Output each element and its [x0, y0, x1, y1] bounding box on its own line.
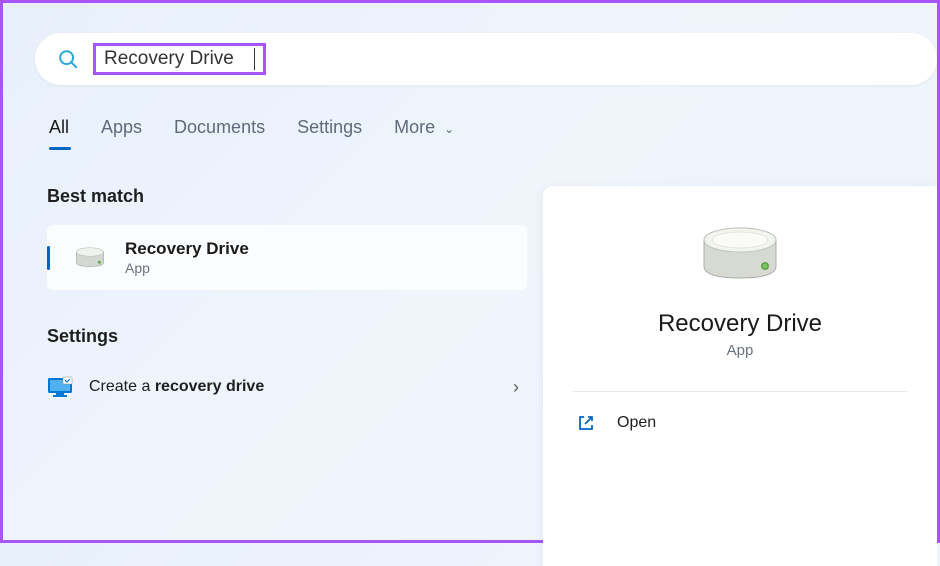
settings-result-create-recovery-drive[interactable]: Create a recovery drive › [47, 365, 519, 409]
detail-title: Recovery Drive [573, 310, 907, 338]
tab-apps[interactable]: Apps [101, 117, 142, 146]
settings-result-label: Create a recovery drive [89, 378, 264, 396]
detail-panel: Recovery Drive App Open [543, 186, 937, 566]
chevron-right-icon: › [513, 377, 519, 398]
tab-documents[interactable]: Documents [174, 117, 265, 146]
open-external-icon [577, 414, 595, 432]
best-match-result[interactable]: Recovery Drive App [47, 225, 527, 290]
detail-subtitle: App [573, 342, 907, 359]
result-subtitle: App [125, 260, 249, 276]
drive-icon [73, 244, 107, 272]
filter-tabs: All Apps Documents Settings More ⌄ [49, 117, 937, 146]
monitor-icon [47, 375, 73, 399]
tab-more[interactable]: More ⌄ [394, 117, 454, 146]
tab-more-label: More [394, 117, 435, 137]
best-match-header: Best match [47, 186, 523, 207]
search-bar[interactable] [35, 33, 937, 85]
result-title: Recovery Drive [125, 239, 249, 259]
chevron-down-icon: ⌄ [444, 122, 454, 136]
open-label: Open [617, 414, 656, 432]
results-panel: Best match Recovery Drive App Settings [3, 186, 523, 566]
tab-settings[interactable]: Settings [297, 117, 362, 146]
drive-icon-large [698, 222, 782, 288]
search-input-highlight [93, 43, 266, 75]
settings-header: Settings [47, 326, 523, 347]
search-icon [57, 48, 79, 70]
open-action[interactable]: Open [573, 392, 907, 432]
tab-all[interactable]: All [49, 117, 69, 146]
text-cursor [254, 48, 255, 70]
search-input[interactable] [104, 48, 254, 70]
selection-indicator [47, 246, 50, 270]
